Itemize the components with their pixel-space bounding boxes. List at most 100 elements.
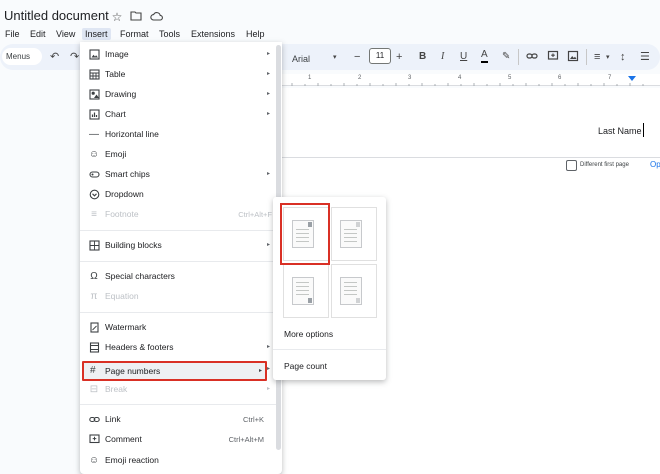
increase-font-size-icon[interactable]: + xyxy=(396,50,402,64)
menu-item-label: Chart xyxy=(105,109,126,119)
undo-icon[interactable]: ↶ xyxy=(50,50,59,64)
menu-item-drawing[interactable]: Drawing ▸ xyxy=(80,85,276,105)
menu-format[interactable]: Format xyxy=(117,28,152,40)
page-number-bottom-right-option[interactable] xyxy=(283,264,329,318)
menu-item-footnote: ≡ Footnote Ctrl+Alt+F xyxy=(80,205,276,225)
menu-item-emoji[interactable]: ☺ Emoji xyxy=(80,145,276,165)
align-icon[interactable]: ≡ xyxy=(594,50,600,64)
page-number-bottom-right-skip-first-option[interactable] xyxy=(331,264,377,318)
align-dropdown-icon[interactable]: ▾ xyxy=(606,51,610,65)
menu-item-special-characters[interactable]: Ω Special characters xyxy=(80,267,276,287)
underline-icon[interactable]: U xyxy=(460,50,467,64)
ruler[interactable] xyxy=(282,74,660,86)
menu-item-building-blocks[interactable]: Building blocks ▸ xyxy=(80,236,276,256)
bold-icon[interactable]: B xyxy=(419,50,426,64)
submenu-separator xyxy=(273,349,386,350)
ruler-number: 5 xyxy=(508,75,512,81)
menu-insert[interactable]: Insert xyxy=(82,28,111,40)
menu-item-label: Dropdown xyxy=(105,189,144,199)
menu-item-smart-chips[interactable]: Smart chips ▸ xyxy=(80,165,276,185)
emoji-reaction-icon: ☺ xyxy=(88,455,100,466)
submenu-arrow-icon: ▸ xyxy=(266,366,270,372)
redo-icon[interactable]: ↷ xyxy=(70,50,79,64)
menu-item-label: Break xyxy=(105,384,128,394)
submenu-arrow-icon: ▸ xyxy=(266,386,270,392)
building-blocks-icon xyxy=(88,240,100,252)
insert-link-icon[interactable] xyxy=(526,50,538,66)
page-numbers-highlight: # Page numbers ▸ xyxy=(82,361,267,381)
submenu-arrow-icon: ▸ xyxy=(266,111,270,117)
menus-search-button[interactable]: Menus xyxy=(2,48,42,65)
table-icon xyxy=(88,69,100,81)
menu-edit[interactable]: Edit xyxy=(27,28,49,40)
menu-item-label: Emoji reaction xyxy=(105,455,159,465)
page-number-top-right-skip-first-option[interactable] xyxy=(331,207,377,261)
font-dropdown-icon[interactable]: ▾ xyxy=(333,51,337,65)
right-indent-marker[interactable] xyxy=(628,76,636,81)
menu-item-label[interactable]: Page numbers xyxy=(105,366,160,376)
font-family-select[interactable]: Arial xyxy=(292,52,310,66)
page-count-item[interactable]: Page count xyxy=(284,361,327,371)
menu-bar: File Edit View Insert Format Tools Exten… xyxy=(0,26,660,42)
font-size-input[interactable]: 11 xyxy=(369,48,391,64)
line-spacing-icon[interactable]: ↕ xyxy=(620,50,626,64)
menu-item-watermark[interactable]: Watermark xyxy=(80,318,276,338)
menu-item-shortcut: Ctrl+Alt+F xyxy=(238,210,272,219)
cloud-status-icon[interactable] xyxy=(149,10,163,24)
menu-extensions[interactable]: Extensions xyxy=(188,28,238,40)
menu-item-comment[interactable]: Comment Ctrl+Alt+M xyxy=(80,430,276,450)
menu-tools[interactable]: Tools xyxy=(156,28,183,40)
menu-item-label: Special characters xyxy=(105,271,175,281)
horizontal-line-icon: — xyxy=(89,129,99,140)
submenu-arrow-icon: ▸ xyxy=(266,242,270,248)
submenu-arrow-icon: ▸ xyxy=(266,71,270,77)
footnote-icon: ≡ xyxy=(91,209,97,220)
menu-item-emoji-reaction[interactable]: ☺ Emoji reaction xyxy=(80,451,276,471)
menu-item-link[interactable]: Link Ctrl+K xyxy=(80,410,276,430)
menu-item-image[interactable]: Image ▸ xyxy=(80,45,276,65)
toolbar-divider xyxy=(586,49,587,65)
menu-item-shortcut: Ctrl+K xyxy=(242,415,264,424)
menu-item-label: Equation xyxy=(105,291,139,301)
submenu-arrow-icon: ▸ xyxy=(266,91,270,97)
italic-icon[interactable]: I xyxy=(441,50,444,64)
menu-item-horizontal-line[interactable]: — Horizontal line xyxy=(80,125,276,145)
menu-item-label: Headers & footers xyxy=(105,342,174,352)
menu-item-label: Smart chips xyxy=(105,169,150,179)
submenu-arrow-icon: ▸ xyxy=(266,171,270,177)
emoji-icon: ☺ xyxy=(88,149,100,160)
menu-item-label: Emoji xyxy=(105,149,127,159)
menu-item-label: Drawing xyxy=(105,89,137,99)
highlight-pen-icon[interactable]: ✎ xyxy=(502,50,510,64)
header-options-link[interactable]: Op xyxy=(650,160,660,169)
checklist-icon[interactable]: ☰ xyxy=(640,50,650,64)
more-options-item[interactable]: More options xyxy=(284,329,333,339)
menu-item-label: Footnote xyxy=(105,209,139,219)
menu-file[interactable]: File xyxy=(2,28,23,40)
submenu-arrow-icon: ▸ xyxy=(266,344,270,350)
menu-separator xyxy=(80,404,276,405)
star-icon[interactable]: ☆ xyxy=(110,10,124,24)
menu-view[interactable]: View xyxy=(53,28,78,40)
add-comment-icon[interactable] xyxy=(547,50,559,66)
drawing-icon xyxy=(88,89,100,101)
move-folder-icon[interactable] xyxy=(129,10,143,24)
different-first-page-checkbox[interactable] xyxy=(566,160,577,171)
link-icon xyxy=(88,414,100,426)
ruler-number: 3 xyxy=(408,75,412,81)
menu-item-headers-footers[interactable]: Headers & footers ▸ xyxy=(80,338,276,358)
header-text[interactable]: Last Name xyxy=(598,126,642,136)
menu-help[interactable]: Help xyxy=(243,28,268,40)
document-title[interactable]: Untitled document xyxy=(4,8,109,23)
dropdown-icon xyxy=(88,189,100,201)
menu-item-dropdown[interactable]: Dropdown xyxy=(80,185,276,205)
menu-item-chart[interactable]: Chart ▸ xyxy=(80,105,276,125)
menu-separator xyxy=(80,261,276,262)
text-color-icon[interactable]: A xyxy=(481,49,488,63)
decrease-font-size-icon[interactable]: − xyxy=(354,50,360,64)
insert-image-icon[interactable] xyxy=(567,50,579,66)
headers-footers-icon xyxy=(88,342,100,354)
smart-chips-icon xyxy=(88,169,100,181)
ruler-number: 2 xyxy=(358,75,362,81)
menu-item-table[interactable]: Table ▸ xyxy=(80,65,276,85)
